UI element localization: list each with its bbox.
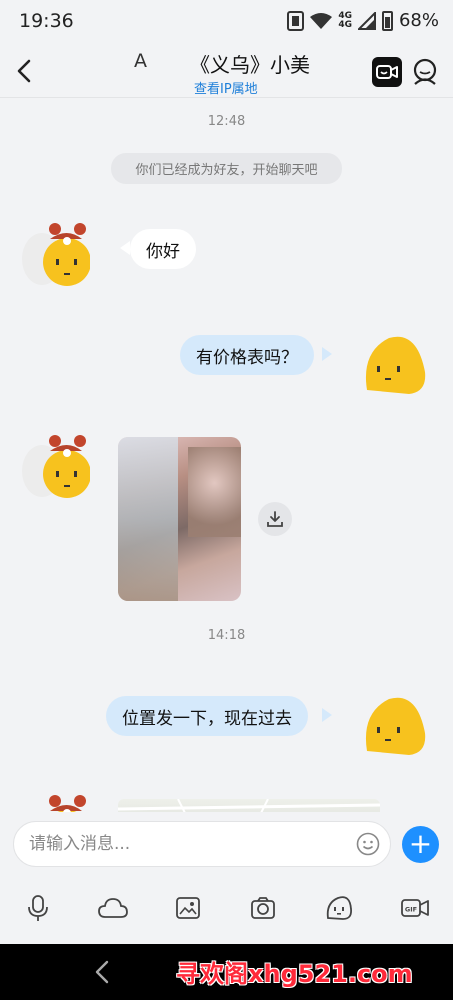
sticker-icon	[326, 896, 352, 920]
status-time: 19:36	[19, 10, 74, 32]
sim-card-icon	[287, 10, 305, 31]
cloud-button[interactable]	[95, 890, 131, 926]
contact-avatar[interactable]	[20, 429, 90, 499]
network-type-icon: 4G 4G	[338, 11, 352, 30]
map-preview	[118, 799, 380, 812]
voice-button[interactable]	[20, 890, 56, 926]
network-type-bottom: 4G	[338, 19, 352, 30]
battery-icon	[381, 10, 393, 31]
user-avatar[interactable]	[359, 693, 429, 757]
location-message[interactable]	[118, 799, 380, 812]
gif-icon: GIF	[401, 899, 429, 917]
chevron-left-icon[interactable]	[14, 58, 36, 84]
emoji-icon[interactable]	[356, 832, 380, 856]
nav-back-icon[interactable]	[93, 959, 111, 985]
system-notice: 你们已经成为好友，开始聊天吧	[111, 153, 342, 184]
contact-name[interactable]: 《义乌》小美	[190, 49, 310, 78]
profile-icon[interactable]	[411, 57, 439, 87]
gallery-button[interactable]	[170, 890, 206, 926]
camera-icon	[251, 897, 275, 919]
message-bubble-outgoing[interactable]: 位置发一下，现在过去	[106, 696, 308, 736]
timestamp: 14:18	[207, 628, 246, 643]
microphone-icon	[28, 895, 48, 921]
download-button[interactable]	[258, 502, 292, 536]
wifi-icon	[310, 12, 333, 29]
image-icon	[176, 897, 200, 919]
contact-prefix: A	[134, 50, 147, 72]
input-area: +	[0, 812, 453, 944]
message-input[interactable]	[13, 821, 391, 867]
image-content	[188, 447, 241, 537]
gif-button[interactable]: GIF	[397, 890, 433, 926]
battery-percent: 68%	[398, 10, 439, 31]
message-bubble-incoming[interactable]: 你好	[130, 229, 196, 269]
user-avatar[interactable]	[359, 332, 429, 396]
image-content	[118, 437, 178, 601]
message-bubble-outgoing[interactable]: 有价格表吗？	[180, 335, 314, 375]
status-bar: 19:36 4G 4G 68%	[0, 0, 453, 44]
video-call-icon	[376, 65, 398, 79]
chat-header: A 《义乌》小美 查看IP属地	[0, 44, 453, 98]
cloud-icon	[98, 898, 128, 918]
timestamp: 12:48	[207, 114, 246, 129]
chat-messages[interactable]: 12:48 你们已经成为好友，开始聊天吧 你好 有价格表吗？ 14:18 位置发…	[0, 99, 453, 812]
camera-button[interactable]	[245, 890, 281, 926]
watermark: 寻欢阁xhg521.com	[176, 960, 413, 988]
view-ip-location-link[interactable]: 查看IP属地	[194, 78, 258, 97]
video-call-button[interactable]	[372, 57, 402, 87]
bubble-tail	[322, 347, 332, 361]
contact-avatar[interactable]	[20, 217, 90, 287]
bubble-tail	[120, 241, 130, 255]
download-icon	[267, 511, 283, 527]
signal-icon	[357, 11, 376, 30]
svg-text:GIF: GIF	[405, 906, 417, 914]
input-toolbar: GIF	[0, 890, 453, 930]
system-nav-bar: 寻欢阁xhg521.com	[0, 944, 453, 1000]
image-message[interactable]	[118, 437, 241, 601]
add-attachment-button[interactable]: +	[402, 826, 439, 863]
bubble-tail	[322, 708, 332, 722]
sticker-button[interactable]	[321, 890, 357, 926]
contact-avatar[interactable]	[20, 789, 90, 812]
status-icons: 4G 4G 68%	[287, 10, 439, 31]
